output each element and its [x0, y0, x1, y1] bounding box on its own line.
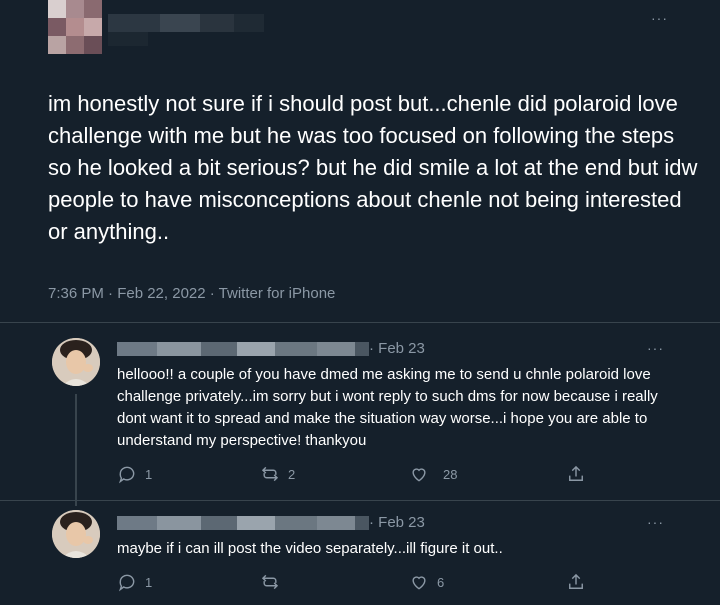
reply-text: hellooo!! a couple of you have dmed me a…: [117, 366, 658, 449]
tweet-text: im honestly not sure if i should post bu…: [48, 91, 698, 244]
reply-text: maybe if i can ill post the video separa…: [117, 540, 503, 557]
comment-bubble-icon: [118, 466, 135, 484]
heart-icon: [412, 468, 426, 482]
retweet-icon: [261, 466, 279, 482]
more-options-icon[interactable]: ···: [651, 10, 668, 26]
reply-action[interactable]: 1: [117, 572, 152, 592]
share-icon: [569, 465, 583, 481]
reply-date[interactable]: · Feb 23: [369, 514, 425, 531]
like-count: 28: [443, 466, 458, 482]
reply-count: 1: [145, 466, 153, 482]
retweet-action[interactable]: [260, 572, 288, 592]
share-icon: [569, 573, 583, 589]
like-count: 6: [437, 574, 445, 590]
divider: [0, 322, 720, 323]
reply-date[interactable]: · Feb 23: [369, 340, 425, 357]
avatar[interactable]: [52, 510, 100, 558]
reply-count: 1: [145, 574, 153, 590]
more-options-icon[interactable]: ···: [647, 340, 664, 356]
like-action[interactable]: 28: [409, 464, 457, 484]
divider: [0, 500, 720, 501]
share-action[interactable]: [566, 572, 586, 592]
reply-author-name-blurred[interactable]: [117, 516, 369, 530]
comment-bubble-icon: [118, 574, 135, 592]
retweet-count: 2: [288, 466, 296, 482]
share-action[interactable]: [566, 464, 586, 484]
reply-action[interactable]: 1: [117, 464, 152, 484]
retweet-action[interactable]: 2: [260, 464, 295, 484]
thread-line: [75, 394, 77, 506]
more-options-icon[interactable]: ···: [647, 514, 664, 530]
tweet-timestamp[interactable]: 7:36 PM · Feb 22, 2022 · Twitter for iPh…: [48, 285, 335, 302]
like-action[interactable]: 6: [409, 572, 444, 592]
reply-author-name-blurred[interactable]: [117, 342, 369, 356]
avatar[interactable]: [52, 338, 100, 386]
retweet-icon: [261, 574, 279, 590]
heart-icon: [412, 576, 426, 590]
